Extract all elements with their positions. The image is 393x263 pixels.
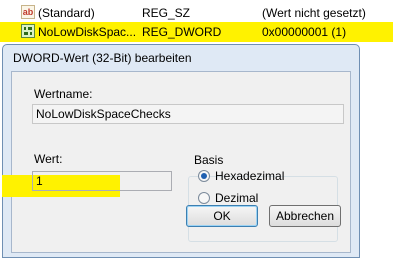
radio-unselected-icon [198, 192, 210, 204]
binary-glyph-icon [24, 27, 32, 35]
radio-label: Dezimal [215, 191, 259, 205]
registry-value-type: REG_SZ [142, 6, 191, 20]
registry-value-data: (Wert nicht gesetzt) [262, 6, 366, 20]
edit-dword-dialog: DWORD-Wert (32-Bit) bearbeiten Wertname:… [2, 44, 360, 258]
registry-value-data: 0x00000001 (1) [262, 25, 347, 39]
radio-selected-icon [198, 170, 210, 182]
string-value-icon: ab [21, 5, 35, 19]
ok-button[interactable]: OK [186, 205, 258, 227]
value-data-input[interactable]: 1 [32, 171, 172, 191]
dialog-client-area: Wertname: NoLowDiskSpaceChecks Wert: 1 B… [2, 71, 351, 253]
registry-row-nolowdiskspace[interactable]: NoLowDiskSpac... REG_DWORD 0x00000001 (1… [0, 22, 393, 42]
value-name-field[interactable]: NoLowDiskSpaceChecks [32, 104, 344, 124]
registry-value-name: (Standard) [38, 6, 95, 20]
binary-value-icon [21, 24, 35, 38]
cancel-button[interactable]: Abbrechen [269, 205, 341, 227]
value-data-label: Wert: [34, 152, 63, 166]
dialog-title: DWORD-Wert (32-Bit) bearbeiten [13, 51, 192, 65]
registry-value-type: REG_DWORD [142, 25, 222, 39]
value-name-label: Wertname: [34, 87, 93, 101]
registry-row-standard[interactable]: ab (Standard) REG_SZ (Wert nicht gesetzt… [0, 3, 393, 23]
radio-label: Hexadezimal [215, 169, 285, 183]
base-label: Basis [192, 153, 226, 167]
registry-value-name: NoLowDiskSpac... [38, 25, 137, 39]
